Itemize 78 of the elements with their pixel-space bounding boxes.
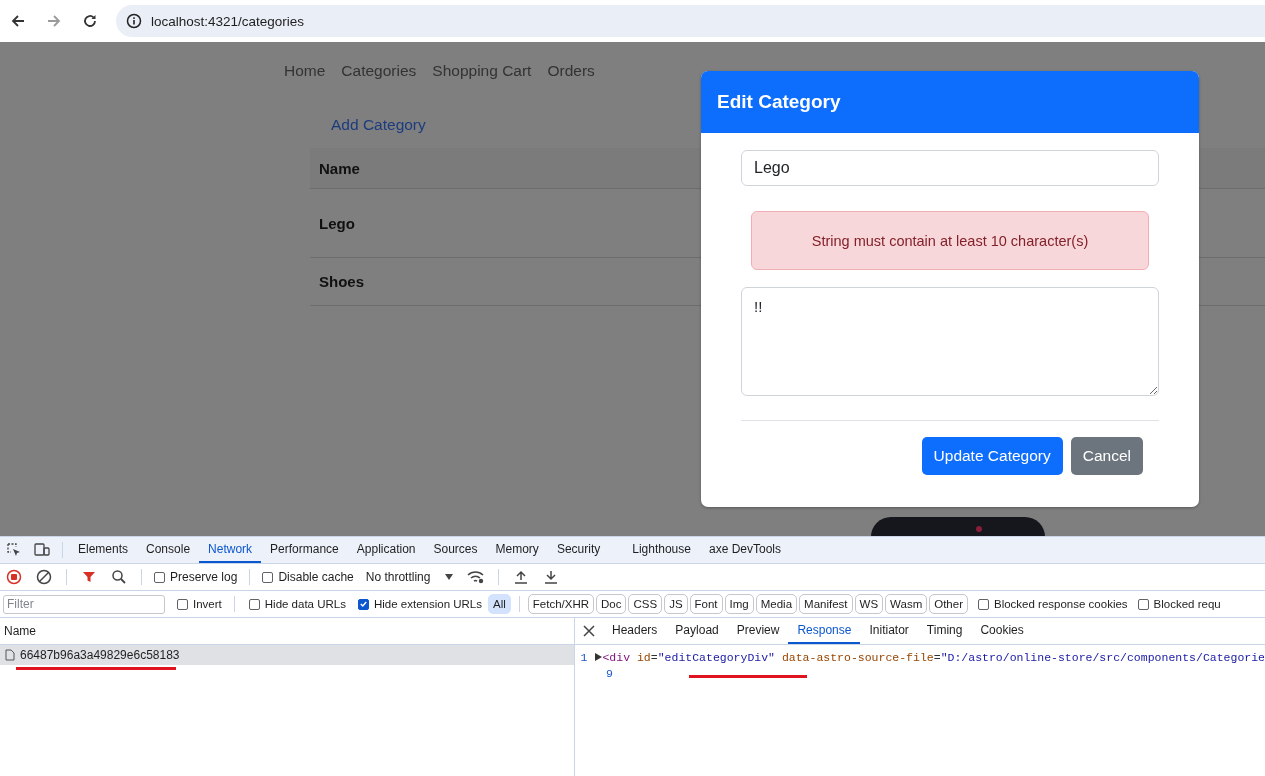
- checkbox-label: Blocked requ: [1153, 598, 1221, 610]
- reload-icon[interactable]: [82, 13, 98, 29]
- type-filter-chip[interactable]: JS: [664, 594, 688, 614]
- cancel-button[interactable]: Cancel: [1070, 437, 1143, 475]
- devtools-tab[interactable]: Performance: [261, 537, 348, 563]
- update-button[interactable]: Update Category: [921, 437, 1063, 475]
- devtools-tab[interactable]: Elements: [69, 537, 138, 563]
- checkbox[interactable]: [1137, 598, 1149, 610]
- device-icon[interactable]: [33, 542, 51, 558]
- download-icon[interactable]: [544, 570, 559, 584]
- upload-icon[interactable]: [514, 570, 529, 584]
- devtools-tab[interactable]: Lighthouse: [623, 537, 700, 563]
- devtools-tab[interactable]: Console: [137, 537, 200, 563]
- description-textarea[interactable]: !!: [741, 287, 1159, 396]
- request-row[interactable]: 66487b96a3a49829e6c58183: [0, 645, 574, 665]
- table-cell: Shoes: [319, 273, 364, 290]
- type-filter-chip[interactable]: Media: [755, 594, 798, 614]
- type-filter-chip[interactable]: WS: [854, 594, 884, 614]
- column-header: Name: [4, 624, 36, 638]
- type-filter-chip[interactable]: Font: [689, 594, 723, 614]
- checkbox-label: Blocked response cookies: [994, 598, 1128, 610]
- detail-tab[interactable]: Timing: [917, 618, 972, 644]
- dialog-title: Edit Category: [717, 91, 841, 113]
- type-filter-chip[interactable]: All: [488, 594, 511, 614]
- info-icon[interactable]: [126, 13, 142, 29]
- error-alert: String must contain at least 10 character(s): [751, 211, 1149, 270]
- line-number: 1: [579, 650, 589, 664]
- detail-tab[interactable]: Initiator: [860, 618, 918, 644]
- type-filter-chip[interactable]: CSS: [628, 594, 663, 614]
- clear-icon[interactable]: [36, 569, 52, 585]
- detail-tab[interactable]: Headers: [603, 618, 667, 644]
- close-icon[interactable]: [583, 625, 595, 637]
- type-filter-chip[interactable]: Manifest: [799, 594, 853, 614]
- devtools-tab[interactable]: Memory: [486, 537, 548, 563]
- address-bar[interactable]: localhost:4321/categories: [116, 5, 1265, 37]
- wifi-settings-icon[interactable]: [467, 570, 486, 584]
- forward-icon[interactable]: [46, 13, 62, 29]
- back-icon[interactable]: [10, 13, 26, 29]
- document-icon: [5, 649, 15, 661]
- record-stop-icon[interactable]: [6, 569, 22, 585]
- caret-icon: [444, 573, 455, 581]
- type-filter-chip[interactable]: Fetch/XHR: [527, 594, 594, 614]
- checkbox[interactable]: [978, 598, 989, 610]
- devtools-tab[interactable]: Security: [547, 537, 610, 563]
- type-filter-chip[interactable]: Wasm: [885, 594, 928, 614]
- checkbox[interactable]: [154, 571, 165, 583]
- detail-tab[interactable]: Cookies: [971, 618, 1033, 644]
- search-icon[interactable]: [111, 569, 127, 585]
- checkbox[interactable]: [248, 598, 260, 610]
- name-input[interactable]: Lego: [741, 150, 1159, 186]
- filter-input[interactable]: Filter: [3, 594, 165, 614]
- checkbox[interactable]: [177, 598, 188, 610]
- line-number: 9: [605, 666, 614, 680]
- checkbox-label: Preserve log: [170, 570, 238, 584]
- checkbox-label: Hide data URLs: [264, 598, 346, 610]
- checkbox-label: Invert: [193, 598, 222, 610]
- devtools-tab[interactable]: Application: [347, 537, 425, 563]
- type-filter-chip[interactable]: Img: [724, 594, 754, 614]
- code-line: <div id="editCategoryDiv" data-astro-source-file="D:/astro/online-store/src/components/Categorie: [602, 650, 1265, 664]
- table-cell: Lego: [319, 214, 355, 232]
- type-filter-chip[interactable]: Other: [929, 594, 968, 614]
- devtools-tab[interactable]: Sources: [424, 537, 487, 563]
- checkbox[interactable]: [357, 598, 369, 610]
- detail-tab[interactable]: Preview: [727, 618, 789, 644]
- detail-tab[interactable]: Response: [788, 618, 861, 644]
- devtools-tab[interactable]: axe DevTools: [699, 537, 790, 563]
- column-header: Name: [319, 159, 360, 177]
- checkbox-label: Disable cache: [278, 570, 354, 584]
- url-text: localhost:4321/categories: [151, 13, 305, 29]
- expand-icon[interactable]: [595, 652, 603, 661]
- detail-tab[interactable]: Payload: [666, 618, 728, 644]
- devtools-tab[interactable]: Network: [199, 537, 262, 563]
- type-filter-chip[interactable]: Doc: [596, 594, 627, 614]
- checkbox[interactable]: [262, 571, 274, 583]
- inspect-icon[interactable]: [6, 542, 22, 558]
- checkbox-label: Hide extension URLs: [373, 598, 482, 610]
- filter-icon[interactable]: [81, 569, 97, 585]
- throttling-select[interactable]: No throttling: [359, 570, 461, 584]
